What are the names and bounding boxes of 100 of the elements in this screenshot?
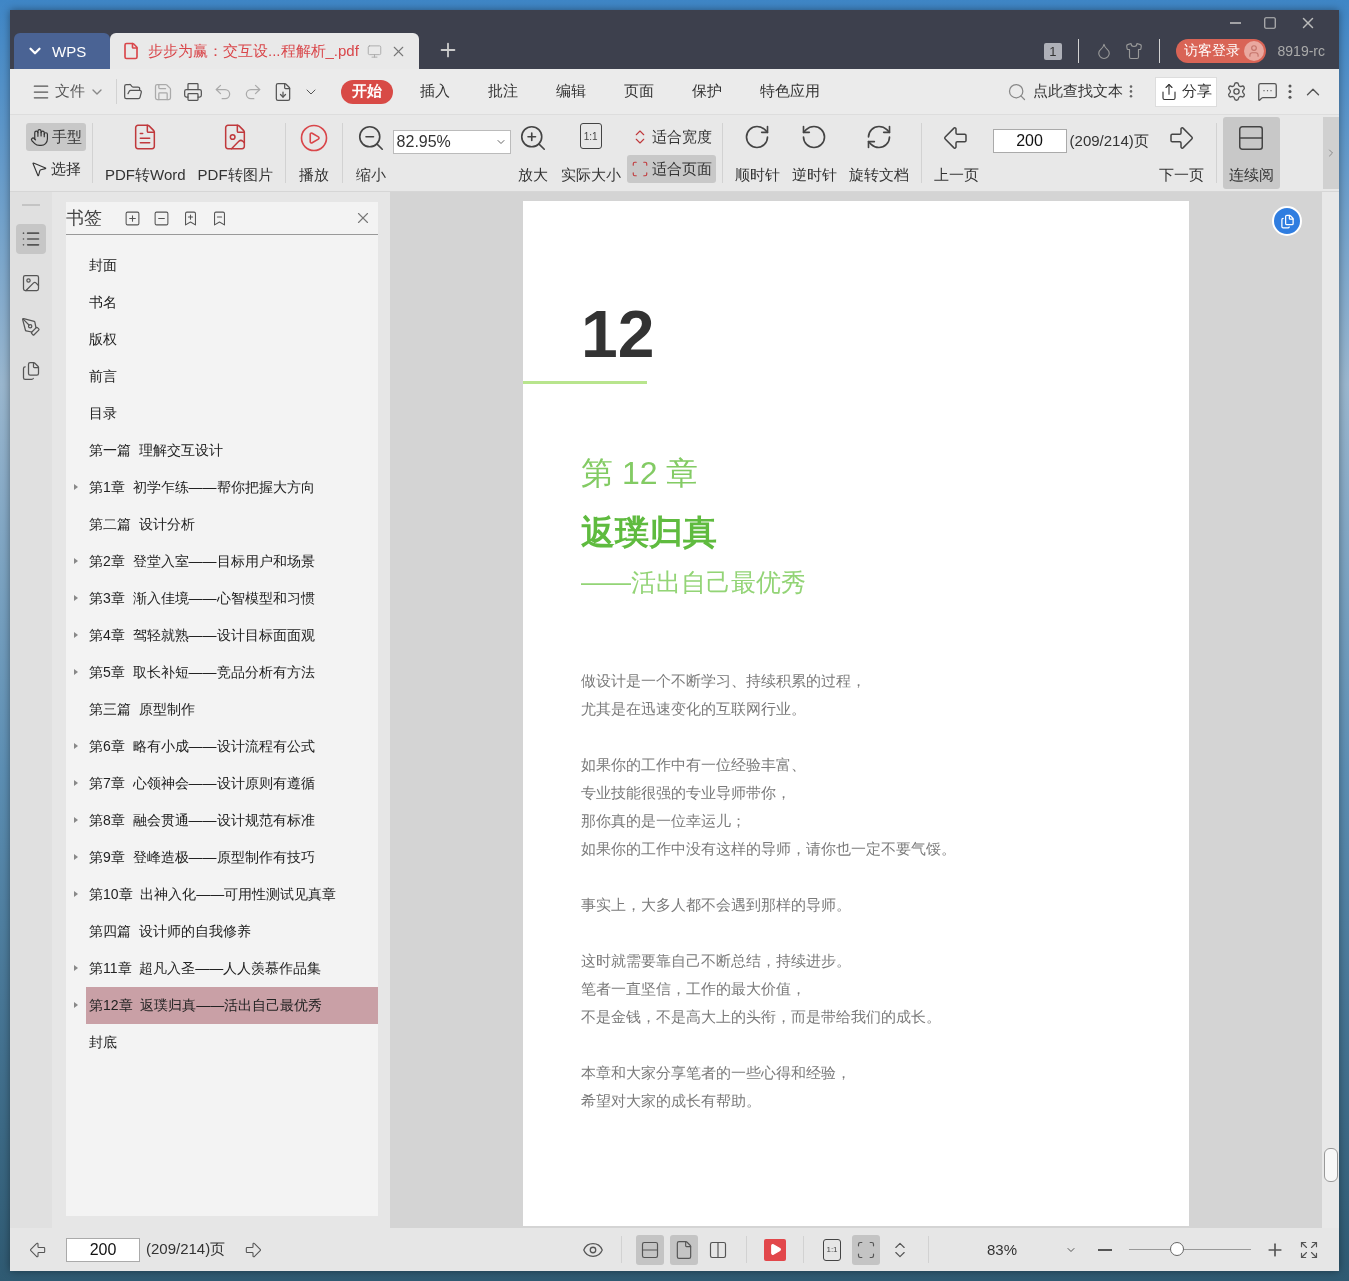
bookmark-item[interactable]: 第二篇 设计分析 [86, 506, 378, 543]
minus-icon [1098, 1248, 1112, 1251]
zoom-out-button[interactable]: 缩小 [348, 117, 393, 189]
continuous-pages-icon [640, 1239, 660, 1260]
slider-thumb[interactable] [1169, 1241, 1184, 1256]
bookmark-item[interactable]: 第2章 登堂入室——目标用户和场景 [86, 543, 378, 580]
expand-caret-icon[interactable] [74, 817, 78, 823]
rotate-counterclockwise-button[interactable]: 逆时针 [785, 117, 843, 189]
page-icon [674, 1239, 694, 1260]
search-field[interactable]: 点此查找文本 [1001, 80, 1139, 103]
floating-tool-button[interactable] [1272, 206, 1302, 236]
bookmark-item[interactable]: 第11章 超凡入圣——人人羡慕作品集 [86, 950, 378, 987]
bookmark-item[interactable]: 第6章 略有小成——设计流程有公式 [86, 728, 378, 765]
expand-caret-icon[interactable] [74, 854, 78, 860]
expand-all-icon[interactable] [124, 209, 141, 227]
home-tab[interactable]: WPS [14, 33, 110, 69]
bookmark-item[interactable]: 第3章 渐入佳境——心智模型和习惯 [86, 580, 378, 617]
bookmark-item[interactable]: 第1章 初学乍练——帮你把握大方向 [86, 469, 378, 506]
bookmark-item[interactable]: 第5章 取长补短——竞品分析有方法 [86, 654, 378, 691]
bookmark-item[interactable]: 书名 [86, 284, 378, 321]
expand-caret-icon[interactable] [74, 1002, 78, 1008]
bookmark-item[interactable]: 封面 [86, 247, 378, 284]
convert-button[interactable]: PDF转Word [99, 117, 192, 189]
hand-tool-button[interactable]: 手型 [26, 123, 86, 151]
continuous-read-button[interactable]: 连续阅 [1222, 117, 1280, 189]
expand-caret-icon[interactable] [74, 891, 78, 897]
menu-tab[interactable]: 编辑 [545, 79, 597, 104]
next-page-button[interactable]: 下一页 [1152, 117, 1210, 189]
maximize-icon [1263, 16, 1277, 30]
files-icon [21, 361, 41, 381]
zoom-in-button[interactable]: 放大 [510, 117, 555, 189]
bookmark-item[interactable]: 第9章 登峰造极——原型制作有技巧 [86, 839, 378, 876]
fit-width-button[interactable]: 适合宽度 [626, 123, 716, 151]
window-count-badge[interactable]: 1 [1044, 42, 1062, 60]
expand-caret-icon[interactable] [74, 965, 78, 971]
chapter-number: 12 [581, 301, 656, 367]
bookmark-item[interactable]: 第一篇 理解交互设计 [86, 432, 378, 469]
page-number-field[interactable]: 200 [992, 129, 1067, 153]
actual-size-button[interactable]: 1:1 [818, 1234, 846, 1265]
bookmark-item[interactable]: 目录 [86, 395, 378, 432]
convert-button[interactable]: PDF转图片 [191, 117, 279, 189]
share-icon [1160, 82, 1178, 101]
bookmark-item[interactable]: 第10章 出神入化——可用性测试见真章 [86, 876, 378, 913]
bookmark-item[interactable]: 第7章 心领神会——设计原则有遵循 [86, 765, 378, 802]
zoom-percentage: 83% [986, 1241, 1018, 1258]
actual-size-button[interactable]: 1:1 实际大小 [554, 117, 627, 189]
page-number-field[interactable]: 200 [66, 1237, 140, 1262]
bookmark-item[interactable]: 第四篇 设计师的自我修养 [86, 913, 378, 950]
print-icon[interactable] [183, 81, 203, 102]
hand-icon [30, 127, 49, 147]
page-count: (209/214)页 [1069, 131, 1149, 151]
user-name: 8919-rc [1277, 43, 1325, 59]
search-icon [1007, 81, 1027, 102]
bookmark-item[interactable]: 第三篇 原型制作 [86, 691, 378, 728]
chat-icon [1257, 81, 1278, 102]
bookmark-item[interactable]: 封底 [86, 1024, 378, 1061]
select-tool-button[interactable]: 选择 [26, 155, 86, 183]
fit-page-button[interactable] [852, 1234, 880, 1265]
document-tab[interactable]: 步步为赢：交互设...程解析_.pdf [110, 33, 419, 69]
menu-tab[interactable]: 开始 [341, 79, 393, 104]
expand-caret-icon[interactable] [74, 558, 78, 564]
file-menu[interactable]: 文件 [26, 81, 110, 102]
expand-caret-icon[interactable] [74, 595, 78, 601]
share-button[interactable]: 分享 [1155, 76, 1217, 107]
open-folder-icon[interactable] [123, 81, 143, 102]
fit-page-button[interactable]: 适合页面 [626, 155, 716, 183]
bookmark-list-icon[interactable] [16, 224, 46, 254]
login-button[interactable]: 访客登录 [1175, 39, 1266, 63]
view-mode-button[interactable] [636, 1234, 664, 1265]
expand-caret-icon[interactable] [74, 780, 78, 786]
settings-icon [1226, 81, 1247, 102]
zoom-combo[interactable]: 82.95% [392, 130, 511, 154]
menu-tab[interactable]: 特色应用 [749, 79, 831, 104]
bookmark-item[interactable]: 第4章 驾轻就熟——设计目标面面观 [86, 617, 378, 654]
previous-page-button[interactable]: 上一页 [927, 117, 985, 189]
chapter-subtitle: ——活出自己最优秀 [581, 567, 807, 598]
expand-caret-icon[interactable] [74, 484, 78, 490]
menu-tab[interactable]: 页面 [613, 79, 665, 104]
bookmark-item[interactable]: 前言 [86, 358, 378, 395]
menu-tab[interactable]: 保护 [681, 79, 733, 104]
shirt-icon[interactable] [1124, 42, 1143, 60]
bookmark-item[interactable]: 第8章 融会贯通——设计规范有标准 [86, 802, 378, 839]
expand-caret-icon[interactable] [74, 743, 78, 749]
add-bookmark-icon[interactable] [182, 209, 199, 227]
bookmark-item[interactable]: 版权 [86, 321, 378, 358]
play-button[interactable]: 播放 [291, 117, 336, 189]
fit-page-icon [856, 1239, 876, 1260]
menu-tab[interactable]: 批注 [477, 79, 529, 104]
vertical-scrollbar[interactable] [1322, 192, 1339, 1228]
remove-bookmark-icon[interactable] [211, 209, 228, 227]
collapse-all-icon[interactable] [153, 209, 170, 227]
export-icon[interactable] [273, 81, 293, 102]
view-mode-button[interactable] [670, 1234, 698, 1265]
rotate-clockwise-button[interactable]: 顺时针 [728, 117, 786, 189]
expand-caret-icon[interactable] [74, 669, 78, 675]
expand-caret-icon[interactable] [74, 632, 78, 638]
monitor-icon [366, 43, 382, 59]
rotate-pages-button[interactable]: 旋转文档 [842, 117, 915, 189]
pointer-icon [30, 160, 48, 178]
menu-tab[interactable]: 插入 [409, 79, 461, 104]
